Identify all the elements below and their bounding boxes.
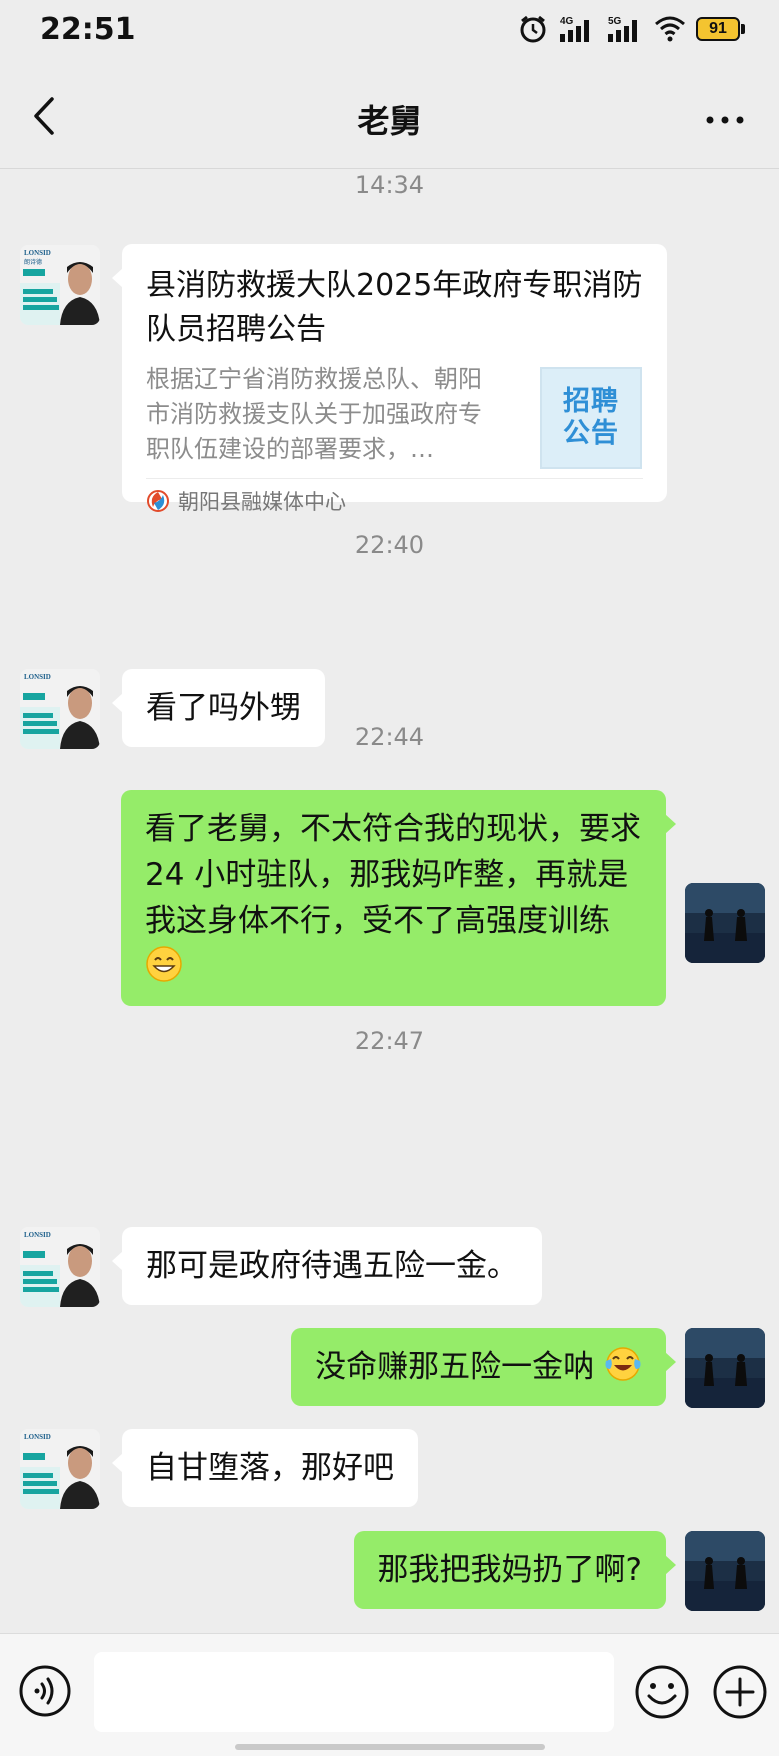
card-source: 朝阳县融媒体中心 — [146, 484, 346, 518]
input-bar — [0, 1633, 779, 1756]
svg-text:朗诗德: 朗诗德 — [24, 258, 42, 266]
chat-title: 老舅 — [357, 102, 422, 140]
battery-level: 91 — [696, 17, 740, 41]
battery-tip — [741, 24, 745, 34]
voice-icon — [19, 1665, 71, 1717]
card-thumbnail: 招聘 公告 — [540, 367, 642, 469]
svg-text:4G: 4G — [560, 16, 574, 27]
contact-avatar-image: LONSID 朗诗德 — [20, 245, 100, 325]
grin-emoji — [146, 946, 182, 982]
status-icons: 4G 5G 91 — [518, 14, 745, 44]
tears-of-joy-emoji — [605, 1347, 641, 1381]
svg-text:LONSID: LONSID — [24, 1433, 51, 1441]
svg-text:5G: 5G — [608, 16, 622, 27]
timestamp: 22:47 — [354, 1027, 425, 1055]
media-logo-icon — [147, 490, 169, 512]
card-title: 县消防救援大队2025年政府专职消防队员招聘公告 — [146, 268, 643, 347]
message-bubble-outgoing[interactable]: 没命赚那五险一金呐 — [291, 1328, 676, 1406]
svg-text:LONSID: LONSID — [24, 249, 51, 257]
self-avatar-image — [685, 1328, 765, 1408]
message-bubble-incoming[interactable]: 自甘堕落，那好吧 — [112, 1429, 418, 1507]
add-button[interactable] — [712, 1664, 768, 1720]
contact-avatar-image: LONSID — [20, 1227, 100, 1307]
message-text: 那我把我妈扔了啊? — [377, 1552, 642, 1588]
voice-button[interactable] — [18, 1664, 72, 1718]
message-text: 看了吗外甥 — [146, 690, 301, 726]
contact-avatar[interactable]: LONSID — [20, 1429, 100, 1509]
wifi-icon — [655, 16, 685, 42]
card-thumbnail-line1: 招聘 — [563, 386, 619, 417]
card-divider — [146, 478, 643, 479]
timestamp: 14:34 — [354, 171, 425, 199]
contact-avatar[interactable]: LONSID — [20, 1227, 100, 1307]
shared-article-card[interactable]: 县消防救援大队2025年政府专职消防队员招聘公告 根据辽宁省消防救援总队、朝阳市… — [112, 244, 667, 514]
emoji-button[interactable] — [634, 1664, 690, 1720]
home-indicator[interactable] — [235, 1744, 545, 1750]
status-bar: 22:51 4G 5G 91 — [0, 0, 779, 64]
message-text: 那可是政府待遇五险一金。 — [146, 1248, 518, 1284]
message-bubble-incoming[interactable]: 那可是政府待遇五险一金。 — [112, 1227, 542, 1305]
battery-indicator: 91 — [696, 17, 745, 41]
more-dots-icon — [706, 116, 744, 124]
self-avatar[interactable] — [685, 1531, 765, 1611]
contact-avatar[interactable]: LONSID 朗诗德 — [20, 245, 100, 325]
self-avatar[interactable] — [685, 1328, 765, 1408]
card-source-name: 朝阳县融媒体中心 — [178, 490, 346, 514]
card-thumbnail-line2: 公告 — [563, 418, 619, 449]
message-text: 没命赚那五险一金呐 — [315, 1349, 595, 1385]
message-bubble-outgoing[interactable]: 看了老舅，不太符合我的现状，要求 24 小时驻队，那我妈咋整，再就是我这身体不行… — [121, 790, 676, 1006]
status-time: 22:51 — [40, 12, 136, 47]
timestamp: 22:40 — [354, 531, 425, 559]
timestamp: 22:44 — [354, 723, 425, 751]
chat-header: 老舅 — [0, 64, 779, 170]
self-avatar-image — [685, 883, 765, 963]
message-text: 自甘堕落，那好吧 — [146, 1450, 394, 1486]
contact-avatar-image: LONSID — [20, 1429, 100, 1509]
message-input[interactable] — [94, 1652, 614, 1732]
emoji-icon — [635, 1665, 689, 1719]
signal-5g-icon: 5G — [608, 16, 637, 42]
plus-icon — [713, 1665, 767, 1719]
svg-text:LONSID: LONSID — [24, 1231, 51, 1239]
self-avatar-image — [685, 1531, 765, 1611]
card-description: 根据辽宁省消防救援总队、朝阳市消防救援支队关于加强政府专职队伍建设的部署要求，… — [146, 365, 482, 463]
signal-4g-icon: 4G — [560, 16, 589, 42]
message-text: 看了老舅，不太符合我的现状，要求 24 小时驻队，那我妈咋整，再就是我这身体不行… — [145, 811, 641, 939]
message-bubble-outgoing[interactable]: 那我把我妈扔了啊? — [353, 1531, 677, 1609]
message-list[interactable]: 14:34 LONSID 朗诗德 县消防救援大队2025年政府专职消防队员招聘公… — [0, 169, 779, 1633]
more-button[interactable] — [695, 100, 755, 140]
svg-text:LONSID: LONSID — [24, 673, 51, 681]
alarm-icon — [520, 15, 546, 43]
self-avatar[interactable] — [685, 883, 765, 963]
